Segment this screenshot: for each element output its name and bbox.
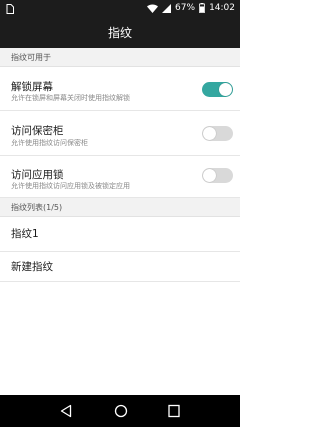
wifi-icon — [147, 4, 159, 13]
unlock-screen-toggle[interactable] — [202, 82, 233, 97]
toggle-knob — [203, 127, 216, 140]
app-lock-toggle[interactable] — [202, 168, 233, 183]
navigation-bar — [0, 395, 240, 427]
section-header-fingerprint-list: 指纹列表(1/5) — [0, 198, 240, 217]
recents-icon[interactable] — [168, 403, 180, 422]
clock: 14:02 — [209, 3, 235, 13]
back-icon[interactable] — [60, 403, 72, 422]
setting-row-app-lock[interactable]: 访问应用锁 允许使用指纹访问应用锁及被锁定应用 — [0, 156, 240, 198]
sim-icon — [6, 4, 14, 14]
fingerprint-item-1[interactable]: 指纹1 — [0, 217, 240, 252]
signal-icon — [162, 3, 172, 13]
setting-title: 访问应用锁 — [11, 169, 64, 181]
setting-subtitle: 允许在锁屏和屏幕关闭时使用指纹解锁 — [11, 94, 130, 102]
app-bar: 指纹 — [0, 18, 240, 48]
battery-icon — [199, 3, 205, 13]
battery-percent: 67% — [175, 3, 196, 13]
status-bar: 67% 14:02 — [0, 0, 240, 18]
home-icon[interactable] — [114, 403, 128, 422]
setting-row-unlock-screen[interactable]: 解锁屏幕 允许在锁屏和屏幕关闭时使用指纹解锁 — [0, 67, 240, 111]
setting-subtitle: 允许使用指纹访问保密柜 — [11, 139, 88, 147]
toggle-knob — [203, 169, 216, 182]
setting-row-safe-box[interactable]: 访问保密柜 允许使用指纹访问保密柜 — [0, 111, 240, 156]
setting-subtitle: 允许使用指纹访问应用锁及被锁定应用 — [11, 182, 130, 190]
setting-title: 访问保密柜 — [11, 125, 64, 137]
safe-box-toggle[interactable] — [202, 126, 233, 141]
page-title: 指纹 — [107, 26, 132, 40]
toggle-knob — [219, 83, 232, 96]
add-fingerprint-button[interactable]: 新建指纹 — [0, 252, 240, 282]
section-header-usage: 指纹可用于 — [0, 48, 240, 67]
setting-title: 解锁屏幕 — [11, 81, 53, 93]
